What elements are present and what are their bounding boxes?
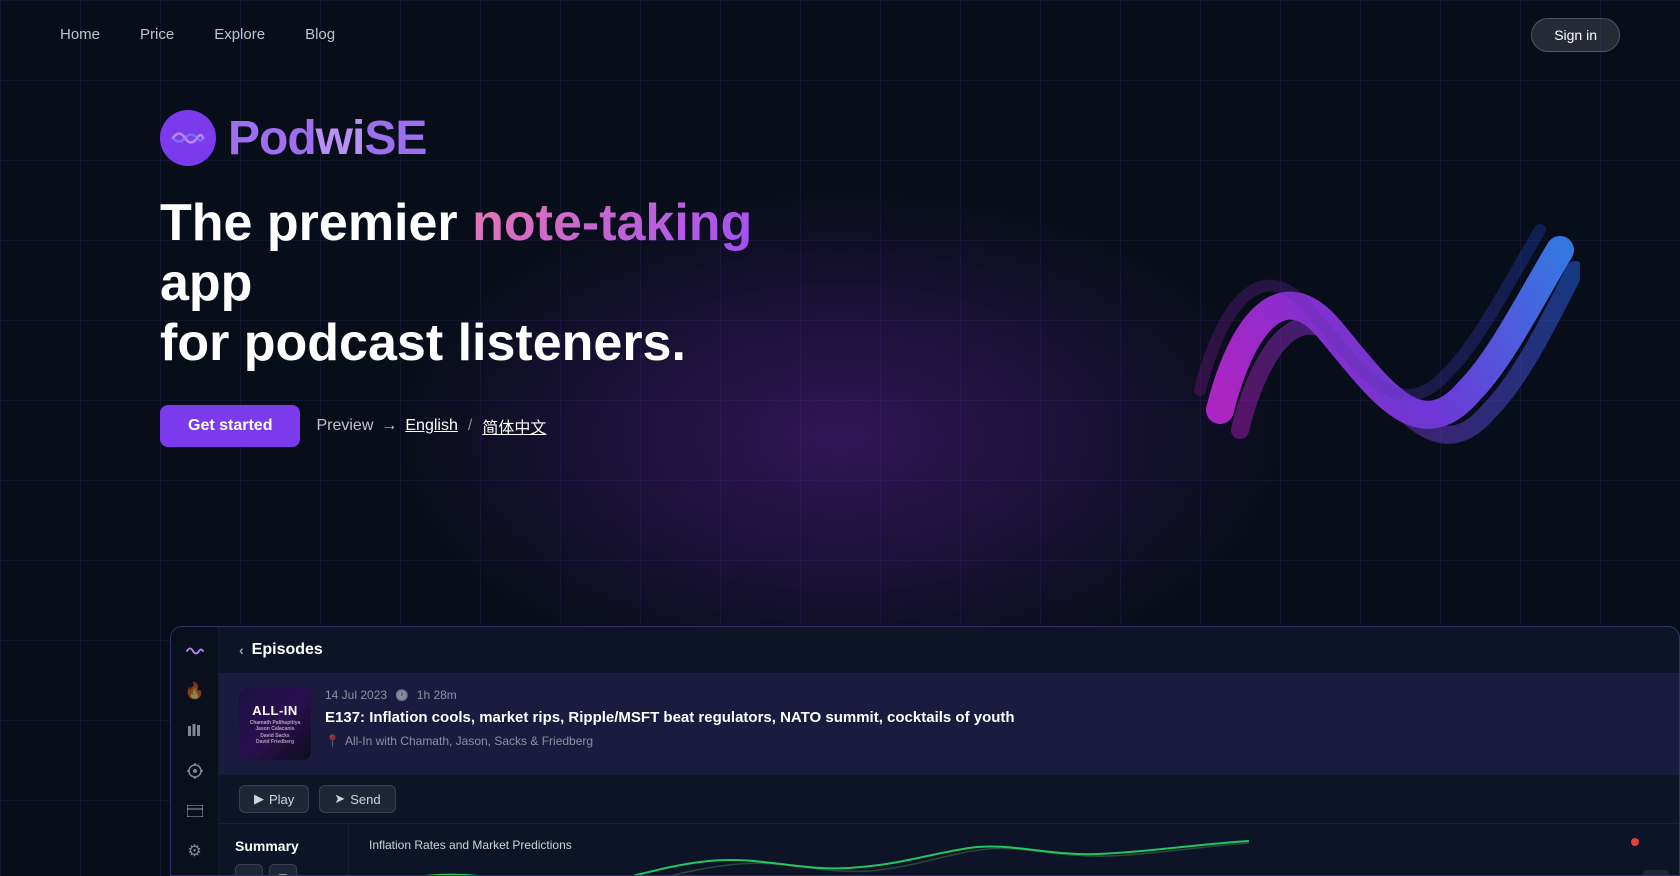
sidebar-icon-card[interactable] bbox=[181, 801, 209, 821]
navbar: Home Price Explore Blog Sign in bbox=[0, 0, 1680, 70]
logo: PodwiSE bbox=[160, 110, 840, 166]
sidebar-icon-library[interactable] bbox=[181, 721, 209, 741]
episode-title: E137: Inflation cools, market rips, Ripp… bbox=[325, 708, 1659, 728]
send-button[interactable]: ➤ Send bbox=[319, 785, 395, 813]
podcast-thumb-title: ALL-IN bbox=[252, 703, 298, 718]
episode-thumb-content: ALL-IN Chamath PalihapitiyaJason Calacan… bbox=[239, 688, 311, 760]
hero-section: PodwiSE The premier note-taking app for … bbox=[0, 70, 1680, 447]
episode-date: 14 Jul 2023 bbox=[325, 688, 387, 702]
episode-item[interactable]: ALL-IN Chamath PalihapitiyaJason Calacan… bbox=[219, 674, 1679, 774]
episode-actions: ▶ Play ➤ Send bbox=[219, 774, 1679, 823]
podcast-name: All-In with Chamath, Jason, Sacks & Frie… bbox=[345, 734, 593, 748]
chart-dot bbox=[1631, 838, 1639, 846]
app-main: ‹ Episodes ALL-IN Chamath PalihapitiyaJa… bbox=[219, 627, 1679, 875]
hero-headline: The premier note-taking app for podcast … bbox=[160, 194, 840, 373]
headline-suffix2: for podcast listeners. bbox=[160, 314, 686, 372]
lang-english-link[interactable]: English bbox=[405, 417, 457, 435]
play-icon: ▶ bbox=[254, 791, 264, 807]
play-label: Play bbox=[269, 792, 294, 807]
sidebar-icon-discover[interactable] bbox=[181, 761, 209, 781]
app-sidebar: 🔥 ⚙ bbox=[171, 627, 219, 875]
logo-icon bbox=[160, 110, 216, 166]
preview-arrow-icon: → bbox=[381, 417, 397, 435]
headline-highlight: note-taking bbox=[472, 194, 752, 252]
summary-label: Summary bbox=[235, 838, 332, 854]
nav-price[interactable]: Price bbox=[140, 26, 174, 43]
summary-list-icon[interactable]: ≡ bbox=[235, 864, 263, 875]
episode-info: 14 Jul 2023 🕐 1h 28m E137: Inflation coo… bbox=[325, 688, 1659, 748]
preview-row: Preview → English / 简体中文 bbox=[316, 414, 546, 438]
back-arrow-icon[interactable]: ‹ bbox=[239, 642, 244, 658]
sidebar-icon-fire[interactable]: 🔥 bbox=[181, 681, 209, 701]
podcast-thumb-names: Chamath PalihapitiyaJason CalacanisDavid… bbox=[250, 720, 301, 746]
nav-links: Home Price Explore Blog bbox=[60, 26, 335, 44]
headline-suffix1: app bbox=[160, 254, 252, 312]
app-preview: 🔥 ⚙ ‹ Episodes bbox=[170, 626, 1680, 876]
episode-duration: 1h 28m bbox=[417, 688, 457, 702]
nav-home[interactable]: Home bbox=[60, 26, 100, 43]
get-started-button[interactable]: Get started bbox=[160, 405, 300, 447]
clock-icon: 🕐 bbox=[395, 689, 409, 702]
episodes-title: Episodes bbox=[252, 641, 323, 659]
preview-label: Preview bbox=[316, 417, 373, 435]
lang-chinese-link[interactable]: 简体中文 bbox=[482, 414, 546, 438]
hero-content: PodwiSE The premier note-taking app for … bbox=[160, 110, 840, 447]
summary-icons: ≡ ⊞ bbox=[235, 864, 332, 875]
chart-svg bbox=[349, 826, 1249, 875]
send-label: Send bbox=[350, 792, 380, 807]
hero-wave-decoration bbox=[1160, 130, 1580, 510]
logo-wordmark: PodwiSE bbox=[228, 111, 426, 166]
headline-prefix: The premier bbox=[160, 194, 472, 252]
send-icon: ➤ bbox=[334, 791, 345, 807]
nav-explore[interactable]: Explore bbox=[214, 26, 265, 43]
episode-thumbnail: ALL-IN Chamath PalihapitiyaJason Calacan… bbox=[239, 688, 311, 760]
play-button[interactable]: ▶ Play bbox=[239, 785, 309, 813]
sign-in-button[interactable]: Sign in bbox=[1531, 18, 1620, 52]
cta-row: Get started Preview → English / 简体中文 bbox=[160, 405, 840, 447]
episodes-header: ‹ Episodes bbox=[219, 627, 1679, 674]
episode-meta: 14 Jul 2023 🕐 1h 28m bbox=[325, 688, 1659, 702]
chart-expand-button[interactable]: ⤢ bbox=[1643, 870, 1669, 875]
lang-separator: / bbox=[468, 417, 472, 435]
sidebar-icon-wave[interactable] bbox=[181, 641, 209, 661]
bottom-panel: Summary ≡ ⊞ Inflation Rates and Market P… bbox=[219, 823, 1679, 875]
location-icon: 📍 bbox=[325, 734, 340, 748]
chart-area: Inflation Rates and Market Predictions ⤢ bbox=[349, 824, 1679, 875]
sidebar-icon-settings[interactable]: ⚙ bbox=[181, 841, 209, 861]
nav-blog[interactable]: Blog bbox=[305, 26, 335, 43]
summary-panel: Summary ≡ ⊞ bbox=[219, 824, 349, 875]
episode-podcast: 📍 All-In with Chamath, Jason, Sacks & Fr… bbox=[325, 734, 1659, 748]
summary-grid-icon[interactable]: ⊞ bbox=[269, 864, 297, 875]
